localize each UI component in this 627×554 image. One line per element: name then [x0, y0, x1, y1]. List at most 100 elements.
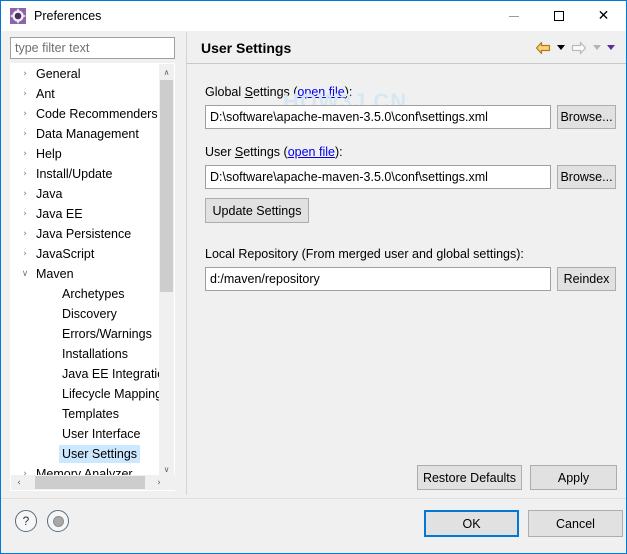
chevron-right-icon[interactable]: › [17, 209, 33, 219]
tree-item-general[interactable]: ›General [11, 64, 161, 84]
restore-defaults-button[interactable]: Restore Defaults [417, 465, 522, 490]
tree-item-label: Installations [59, 345, 131, 363]
ok-button[interactable]: OK [424, 510, 519, 537]
scroll-left-button[interactable]: ‹ [11, 475, 27, 490]
back-arrow-icon[interactable] [532, 37, 554, 59]
tree-item-java[interactable]: ›Java [11, 184, 161, 204]
chevron-right-icon[interactable]: › [17, 149, 33, 159]
tree-item-label: Data Management [33, 125, 142, 143]
forward-dropdown-icon [590, 37, 604, 59]
title-bar: Preferences ✕ [1, 1, 626, 31]
tree-item-ant[interactable]: ›Ant [11, 84, 161, 104]
tree-item-label: Discovery [59, 305, 120, 323]
user-settings-label: User Settings (open file): [205, 145, 343, 159]
chevron-right-icon[interactable]: › [17, 109, 33, 119]
filter-input[interactable]: type filter text [10, 37, 175, 59]
back-dropdown-icon[interactable] [554, 37, 568, 59]
tree-item-archetypes[interactable]: Archetypes [11, 284, 161, 304]
chevron-right-icon[interactable]: › [17, 229, 33, 239]
tree-item-javascript[interactable]: ›JavaScript [11, 244, 161, 264]
footer-icons: ? [15, 510, 69, 532]
window-title: Preferences [34, 10, 101, 23]
vertical-scroll-thumb[interactable] [160, 80, 173, 292]
tree-item-java-ee[interactable]: ›Java EE [11, 204, 161, 224]
tree-item-label: Java Persistence [33, 225, 134, 243]
tree-item-java-ee-integration[interactable]: Java EE Integration [11, 364, 161, 384]
global-settings-input[interactable]: D:\software\apache-maven-3.5.0\conf\sett… [205, 105, 551, 129]
tree-item-code-recommenders[interactable]: ›Code Recommenders [11, 104, 161, 124]
user-settings-input[interactable]: D:\software\apache-maven-3.5.0\conf\sett… [205, 165, 551, 189]
horizontal-scroll-thumb[interactable] [35, 476, 145, 489]
tree-item-label: Java [33, 185, 65, 203]
tree-item-label: Templates [59, 405, 122, 423]
pin-circle-icon[interactable] [47, 510, 69, 532]
minimize-icon [509, 16, 519, 17]
tree-vertical-scrollbar[interactable]: ∧ ∨ [159, 64, 174, 477]
update-settings-button[interactable]: Update Settings [205, 198, 309, 223]
question-mark-icon[interactable]: ? [15, 510, 37, 532]
tree-item-label: Java EE [33, 205, 86, 223]
tree-item-label: JavaScript [33, 245, 97, 263]
global-settings-browse-button[interactable]: Browse... [557, 105, 616, 129]
scroll-up-button[interactable]: ∧ [159, 64, 174, 80]
tree-item-label: Maven [33, 265, 77, 283]
chevron-down-icon[interactable]: ∨ [17, 269, 33, 279]
tree-item-discovery[interactable]: Discovery [11, 304, 161, 324]
close-icon: ✕ [598, 9, 610, 23]
tree-item-label: Java EE Integration [59, 365, 161, 383]
tree-item-lifecycle-mapping[interactable]: Lifecycle Mapping [11, 384, 161, 404]
global-settings-label: Global Settings (open file): [205, 85, 352, 99]
user-settings-label-post: ettings ( [243, 145, 287, 159]
filter-placeholder: type filter text [15, 41, 89, 55]
tree-view[interactable]: ›General›Ant›Code Recommenders›Data Mana… [11, 64, 161, 477]
tree-item-label: User Settings [59, 445, 140, 463]
chevron-right-icon[interactable]: › [17, 249, 33, 259]
global-settings-label-end: ): [345, 85, 353, 99]
maximize-button[interactable] [536, 1, 581, 31]
tree-item-user-settings[interactable]: User Settings [11, 444, 161, 464]
chevron-right-icon[interactable]: › [17, 129, 33, 139]
user-settings-browse-button[interactable]: Browse... [557, 165, 616, 189]
user-settings-label-end: ): [335, 145, 343, 159]
global-settings-open-file-link[interactable]: open file [297, 85, 344, 99]
tree-item-data-management[interactable]: ›Data Management [11, 124, 161, 144]
chevron-right-icon[interactable]: › [17, 189, 33, 199]
tree-item-installations[interactable]: Installations [11, 344, 161, 364]
user-settings-value: D:\software\apache-maven-3.5.0\conf\sett… [210, 170, 488, 184]
tree-horizontal-scrollbar[interactable]: ‹ › [11, 475, 176, 490]
tree-item-label: Archetypes [59, 285, 128, 303]
page-title: User Settings [201, 40, 291, 56]
tree-item-maven[interactable]: ∨Maven [11, 264, 161, 284]
chevron-right-icon[interactable]: › [17, 169, 33, 179]
tree-item-templates[interactable]: Templates [11, 404, 161, 424]
maximize-icon [554, 11, 564, 21]
user-settings-open-file-link[interactable]: open file [288, 145, 335, 159]
apply-button[interactable]: Apply [530, 465, 617, 490]
tree-item-label: Errors/Warnings [59, 325, 155, 343]
tree-item-label: Ant [33, 85, 58, 103]
global-settings-value: D:\software\apache-maven-3.5.0\conf\sett… [210, 110, 488, 124]
panel-menu-dropdown-icon[interactable] [604, 37, 618, 59]
chevron-right-icon[interactable]: › [17, 89, 33, 99]
panel-header: User Settings [187, 32, 626, 64]
help-glyph: ? [23, 514, 30, 528]
reindex-button[interactable]: Reindex [557, 267, 616, 291]
tree-item-errors-warnings[interactable]: Errors/Warnings [11, 324, 161, 344]
local-repository-value: d:/maven/repository [210, 272, 320, 286]
tree-item-label: Install/Update [33, 165, 115, 183]
minimize-button[interactable] [491, 1, 536, 31]
local-repository-input[interactable]: d:/maven/repository [205, 267, 551, 291]
user-settings-mnemonic: S [235, 145, 243, 159]
preferences-dialog: Preferences ✕ type filter text ›General›… [0, 0, 627, 554]
tree-item-label: Code Recommenders [33, 105, 161, 123]
tree-item-user-interface[interactable]: User Interface [11, 424, 161, 444]
scroll-right-button[interactable]: › [151, 475, 167, 490]
tree-item-install-update[interactable]: ›Install/Update [11, 164, 161, 184]
window-controls: ✕ [491, 1, 626, 31]
global-settings-mnemonic: S [245, 85, 253, 99]
cancel-button[interactable]: Cancel [528, 510, 623, 537]
tree-item-help[interactable]: ›Help [11, 144, 161, 164]
close-button[interactable]: ✕ [581, 1, 626, 31]
tree-item-java-persistence[interactable]: ›Java Persistence [11, 224, 161, 244]
chevron-right-icon[interactable]: › [17, 69, 33, 79]
